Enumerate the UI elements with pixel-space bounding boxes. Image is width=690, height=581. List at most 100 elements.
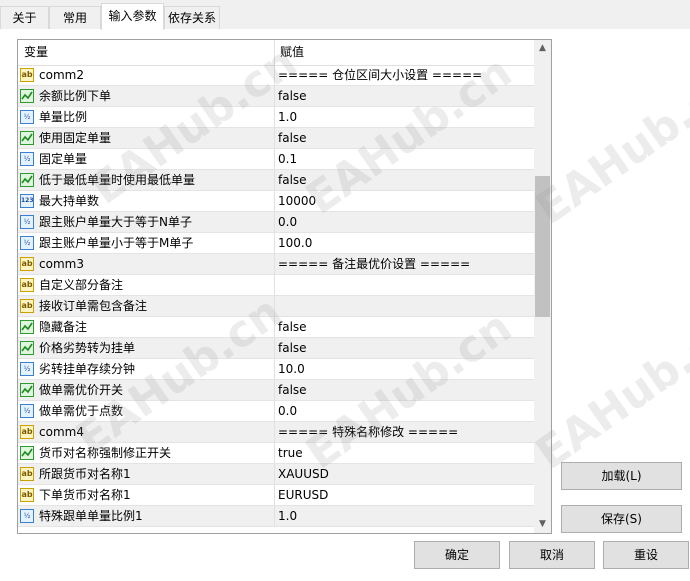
tab-about[interactable]: 关于 [0,6,49,29]
variable-value[interactable]: 100.0 [278,233,312,253]
variable-value[interactable]: ===== 仓位区间大小设置 ===== [278,65,482,85]
double-icon: ½ [20,110,34,124]
table-row[interactable]: 隐藏备注 false [18,317,534,338]
table-row[interactable]: 货币对名称强制修正开关 true [18,443,534,464]
cell-divider [274,86,275,106]
string-icon: ab [20,278,34,292]
variable-value[interactable]: false [278,128,307,148]
variable-name: 劣转挂单存续分钟 [39,362,136,376]
variable-value[interactable]: false [278,170,307,190]
bool-icon [20,383,34,397]
parameters-grid: 变量 赋值 ab comm2 ===== 仓位区间大小设置 ===== 余额比例下单 f… [17,39,552,534]
reset-button[interactable]: 重设 [603,541,689,569]
table-row[interactable]: 低于最低单量时使用最低单量 false [18,170,534,191]
variable-name: 所跟货币对名称1 [39,467,131,481]
table-row[interactable]: ab 下单货币对名称1 EURUSD [18,485,534,506]
variable-name: 跟主账户单量大于等于N单子 [39,215,192,229]
cell-divider [274,149,275,169]
cell-divider [274,317,275,337]
cell-divider [274,401,275,421]
variable-name: 跟主账户单量小于等于M单子 [39,236,194,250]
table-row[interactable]: 使用固定单量 false [18,128,534,149]
variable-name: 下单货币对名称1 [39,488,131,502]
ok-button[interactable]: 确定 [414,541,500,569]
bool-icon [20,173,34,187]
variable-value[interactable]: true [278,443,303,463]
variable-value[interactable]: 0.0 [278,401,297,421]
bool-icon [20,341,34,355]
tab-common[interactable]: 常用 [49,6,101,29]
table-row[interactable]: ½ 劣转挂单存续分钟 10.0 [18,359,534,380]
table-row[interactable]: 价格劣势转为挂单 false [18,338,534,359]
table-row[interactable]: ½ 跟主账户单量小于等于M单子 100.0 [18,233,534,254]
variable-value[interactable]: 0.1 [278,149,297,169]
cancel-button[interactable]: 取消 [509,541,595,569]
table-row[interactable]: ½ 做单需优于点数 0.0 [18,401,534,422]
variable-value[interactable]: XAUUSD [278,464,329,484]
cell-divider [274,128,275,148]
vertical-scrollbar[interactable]: ▲ ▼ [534,40,551,533]
variable-value[interactable]: 10000 [278,191,316,211]
string-icon: ab [20,257,34,271]
variable-value[interactable]: false [278,338,307,358]
table-row[interactable]: ab comm4 ===== 特殊名称修改 ===== [18,422,534,443]
save-button[interactable]: 保存(S) [561,505,682,533]
table-row[interactable]: 123 最大持单数 10000 [18,191,534,212]
variable-value[interactable]: false [278,380,307,400]
variable-name: 接收订单需包含备注 [39,299,148,313]
variable-value[interactable]: ===== 特殊名称修改 ===== [278,422,458,442]
table-row[interactable]: 做单需优价开关 false [18,380,534,401]
table-row[interactable]: ½ 固定单量 0.1 [18,149,534,170]
variable-name: 货币对名称强制修正开关 [39,446,172,460]
cell-divider [274,296,275,316]
variable-name: 做单需优于点数 [39,404,124,418]
variable-value[interactable]: 1.0 [278,107,297,127]
table-row[interactable]: ab 接收订单需包含备注 [18,296,534,317]
variable-value[interactable]: ===== 备注最优价设置 ===== [278,254,470,274]
double-icon: ½ [20,152,34,166]
variable-name: 最大持单数 [39,194,100,208]
table-row[interactable]: ½ 跟主账户单量大于等于N单子 0.0 [18,212,534,233]
string-icon: ab [20,299,34,313]
table-row[interactable]: ab comm2 ===== 仓位区间大小设置 ===== [18,65,534,86]
cell-divider [274,485,275,505]
scroll-down-arrow-icon[interactable]: ▼ [534,516,551,533]
load-button[interactable]: 加载(L) [561,462,682,490]
scrollbar-thumb[interactable] [535,176,550,317]
string-icon: ab [20,488,34,502]
cell-divider [274,422,275,442]
variable-name: 隐藏备注 [39,320,88,334]
variable-name: 做单需优价开关 [39,383,124,397]
bool-icon [20,320,34,334]
table-row[interactable]: ab 自定义部分备注 [18,275,534,296]
cell-divider [274,338,275,358]
table-row[interactable]: 余额比例下单 false [18,86,534,107]
string-icon: ab [20,68,34,82]
variable-value[interactable]: EURUSD [278,485,328,505]
variable-value[interactable]: false [278,86,307,106]
column-header-value[interactable]: 赋值 [280,40,304,65]
variable-value[interactable]: 0.0 [278,212,297,232]
cell-divider [274,107,275,127]
column-header-variable[interactable]: 变量 [24,40,48,65]
variable-value[interactable]: 1.0 [278,506,297,526]
string-icon: ab [20,467,34,481]
table-row[interactable]: ab comm3 ===== 备注最优价设置 ===== [18,254,534,275]
variable-value[interactable]: 10.0 [278,359,305,379]
scroll-up-arrow-icon[interactable]: ▲ [534,40,551,57]
tab-inputs[interactable]: 输入参数 [101,3,164,30]
double-icon: ½ [20,404,34,418]
variable-name: comm2 [39,68,84,82]
variable-name: comm3 [39,257,84,271]
table-row[interactable]: ½ 特殊跟单单量比例1 1.0 [18,506,534,527]
cell-divider [274,233,275,253]
table-row[interactable]: ab 所跟货币对名称1 XAUUSD [18,464,534,485]
variable-name: 价格劣势转为挂单 [39,341,136,355]
string-icon: ab [20,425,34,439]
column-divider [274,40,275,65]
variable-value[interactable]: false [278,317,307,337]
tab-dependencies[interactable]: 依存关系 [164,6,220,29]
cell-divider [274,170,275,190]
variable-name: 特殊跟单单量比例1 [39,509,143,523]
table-row[interactable]: ½ 单量比例 1.0 [18,107,534,128]
